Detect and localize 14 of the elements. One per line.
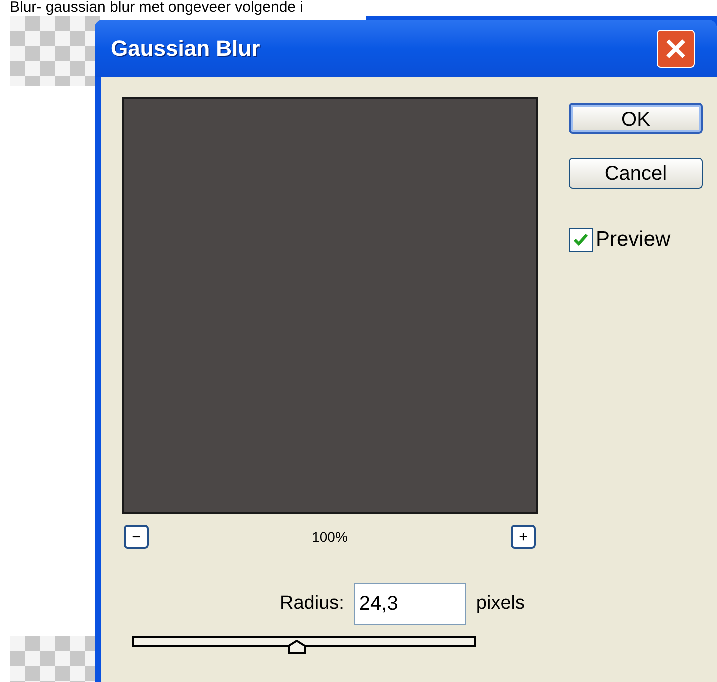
- checkmark-icon: [573, 232, 589, 247]
- dialog-button[interactable]: OK: [569, 103, 703, 134]
- close-button[interactable]: [657, 30, 695, 68]
- zoom-in-button[interactable]: +: [511, 525, 536, 549]
- caption-text: Blur- gaussian blur met ongeveer volgende i: [10, 0, 304, 16]
- zoom-out-button[interactable]: −: [124, 525, 149, 549]
- close-icon: [664, 36, 688, 60]
- window-title: Gaussian Blur: [111, 35, 260, 63]
- radius-field[interactable]: 24,3: [354, 583, 466, 625]
- unit-label: pixels: [476, 592, 525, 616]
- zoom-level: 100%: [312, 528, 348, 546]
- dialog-button[interactable]: Cancel: [569, 158, 703, 189]
- preview-checkbox[interactable]: Preview: [569, 224, 703, 256]
- radius-label: Radius:: [280, 592, 344, 616]
